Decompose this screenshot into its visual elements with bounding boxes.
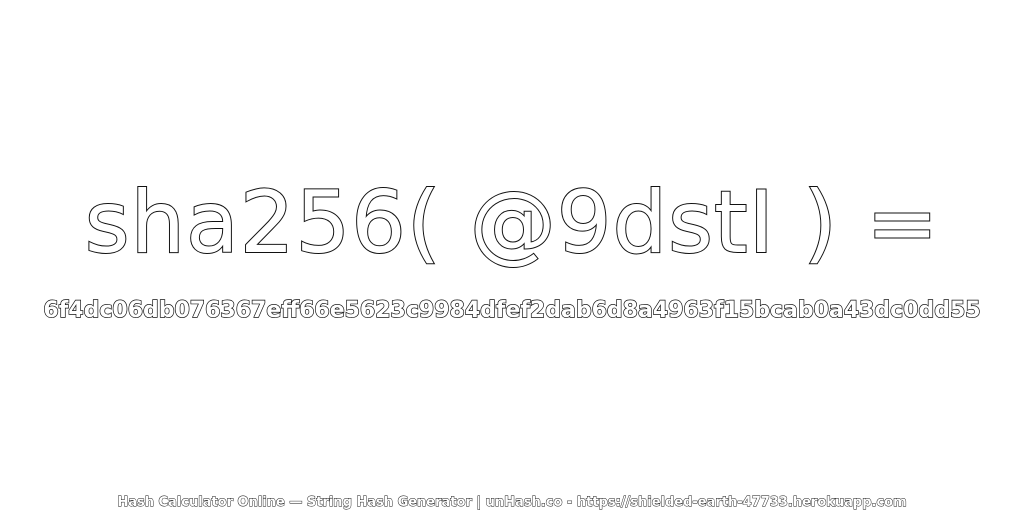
hash-result: 6f4dc06db076367eff66e5623c9984dfef2dab6d… — [43, 297, 982, 323]
hash-expression-heading: sha256( @9dstI ) = — [84, 172, 940, 274]
site-footer: Hash Calculator Online — String Hash Gen… — [117, 495, 907, 511]
